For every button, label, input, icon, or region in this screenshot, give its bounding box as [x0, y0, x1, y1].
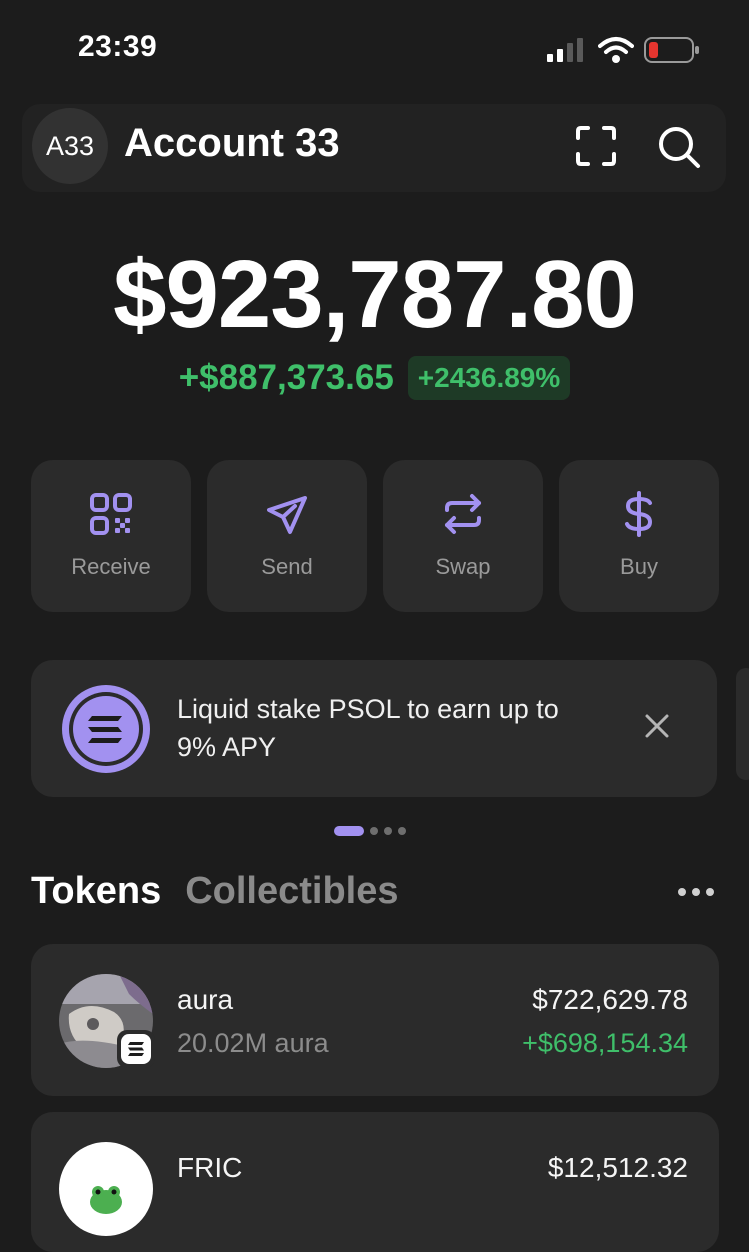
token-amount: 20.02M aura: [177, 1028, 329, 1058]
wifi-icon: [598, 37, 634, 63]
send-button[interactable]: Send: [207, 460, 367, 612]
signal-icon: [547, 38, 583, 62]
asset-tabs: Tokens Collectibles: [31, 870, 399, 913]
token-row[interactable]: FRIC $12,512.32: [31, 1112, 719, 1252]
receive-label: Receive: [71, 554, 151, 579]
pagination-dot-active[interactable]: [334, 826, 364, 836]
search-icon[interactable]: [656, 124, 702, 170]
receive-button[interactable]: Receive: [31, 460, 191, 612]
more-icon[interactable]: [676, 884, 716, 900]
dollar-icon: [625, 491, 653, 537]
pagination-dot[interactable]: [398, 827, 406, 835]
balance-change-row: +$887,373.65 +2436.89%: [0, 356, 749, 400]
token-row[interactable]: aura 20.02M aura $722,629.78 +$698,154.3…: [31, 944, 719, 1096]
qr-code-icon: [90, 493, 132, 535]
token-name: aura: [177, 984, 234, 1015]
total-balance: $923,787.80: [113, 241, 637, 348]
scan-icon[interactable]: [574, 124, 618, 168]
token-avatar: [59, 1142, 153, 1236]
token-name: FRIC: [177, 1152, 243, 1183]
send-label: Send: [261, 554, 313, 579]
swap-icon: [445, 494, 481, 534]
account-name[interactable]: Account 33: [124, 121, 340, 166]
buy-button[interactable]: Buy: [559, 460, 719, 612]
buy-label: Buy: [620, 554, 658, 579]
solana-badge-icon: [121, 1034, 151, 1064]
pagination-dot[interactable]: [370, 827, 378, 835]
token-change: +$698,154.34: [522, 1028, 688, 1058]
tab-tokens[interactable]: Tokens: [31, 870, 161, 913]
next-banner-peek[interactable]: [736, 668, 749, 780]
banner-pagination: [334, 826, 406, 836]
account-header: A33 Account 33: [22, 104, 726, 192]
tab-collectibles[interactable]: Collectibles: [185, 870, 398, 913]
status-time: 23:39: [78, 30, 158, 63]
account-avatar[interactable]: A33: [32, 108, 108, 184]
solana-icon: [62, 685, 150, 773]
pagination-dot[interactable]: [384, 827, 392, 835]
token-value: $12,512.32: [547, 1152, 688, 1183]
balance-change-amount: +$887,373.65: [178, 358, 394, 397]
swap-button[interactable]: Swap: [383, 460, 543, 612]
fric-token-image: [59, 1142, 153, 1236]
battery-icon: [644, 37, 699, 63]
status-bar: 23:39: [0, 0, 749, 100]
swap-label: Swap: [435, 554, 491, 579]
send-icon: [267, 496, 307, 534]
token-value: $722,629.78: [532, 984, 688, 1015]
stake-banner[interactable]: Liquid stake PSOL to earn up to 9% APY: [31, 660, 717, 797]
action-buttons: Receive Send Swap Buy: [31, 460, 719, 612]
close-icon[interactable]: [643, 712, 671, 740]
chain-badge: [117, 1030, 155, 1068]
banner-text: Liquid stake PSOL to earn up to 9% APY: [177, 694, 559, 762]
balance-change-percent: +2436.89%: [407, 356, 571, 400]
